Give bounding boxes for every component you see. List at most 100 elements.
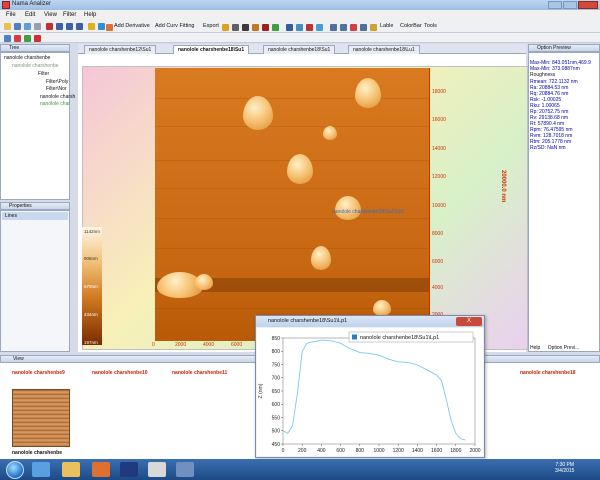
tools-button[interactable]: Tools [424,23,437,29]
zoom-icon[interactable] [296,24,303,31]
window-taskbar-icon[interactable] [176,462,194,477]
zoom-out-icon[interactable] [306,24,313,31]
tree-item-child[interactable]: nanolole charshenbe [12,63,58,69]
minimize-button[interactable] [548,1,562,9]
y-tick: 14000 [432,146,446,152]
histogram-icon[interactable] [360,24,367,31]
toolbar-labels: Add Derivative Add Curv Fitting Export L… [104,21,600,33]
gear-icon[interactable] [222,24,229,31]
thumb-label-2[interactable]: nanolole charshenbe10 [92,370,148,376]
label-icon[interactable] [370,24,377,31]
tab-doc-3[interactable]: nanolole charshenbe18\Su1 [263,45,336,54]
tab-doc-1-label: nanolole charshenbe12\Su1 [89,47,152,53]
ie-icon[interactable] [32,462,50,477]
la-icon[interactable] [252,24,259,31]
copy-icon[interactable] [24,23,31,30]
grain [195,274,213,290]
tree-item-filter-nor[interactable]: Filter\Nor [46,86,67,92]
add-curv-fitting-button[interactable]: Add Curv Fitting [155,23,194,29]
tree-title: Tree [9,45,20,51]
system-clock[interactable]: 7:30 PM 3/4/2015 [555,462,574,474]
grain [335,196,361,220]
tab-doc-2[interactable]: nanolole charshenbe18\Su1 [173,45,250,54]
colorbar-button[interactable]: ColorBar [400,23,422,29]
tree-item-root[interactable]: nanolole charshenbe [4,55,50,61]
menu-edit[interactable]: Edit [25,12,35,18]
pan-icon[interactable] [316,24,323,31]
afm-image[interactable] [155,68,430,341]
app-taskbar-icon[interactable] [120,462,138,477]
help-tab[interactable]: Help [530,345,540,351]
colorbar-label-2: 906nm [84,256,98,261]
plot-window-titlebar[interactable]: nanolole charshenbe18\Su1\Lp1 [256,316,484,327]
close-window-button[interactable] [578,1,598,9]
lines-icon[interactable] [340,24,347,31]
line-annotation[interactable]: nanolole charshenbe18\Su1\Lp1 [332,209,404,215]
menu-help[interactable]: Help [84,12,96,18]
tab-doc-4[interactable]: nanolole charshenbe18\Lu1 [348,45,420,54]
delete-icon[interactable] [14,35,21,42]
y-tick-label: 800 [272,349,281,355]
thumb-label-1[interactable]: nanolole charshenbe9 [12,370,65,376]
profile-chart: 0 200 400 600 800 1000 1200 1400 1600 1800 2000 450… [257,328,483,456]
tool-icon[interactable] [232,24,239,31]
y-tick-label: 600 [272,402,281,408]
tree-panel [0,52,70,200]
thumbnail-image[interactable] [12,389,70,447]
menu-filter[interactable]: Filter [63,12,76,18]
x-tick: 4000 [203,342,215,348]
plot-close-button[interactable]: X [456,317,482,326]
menu-file[interactable]: File [6,12,16,18]
option-preview-tab[interactable]: Option Previ... [548,345,580,351]
lable-button[interactable]: Lable [380,23,393,29]
check-all-icon[interactable] [24,35,31,42]
x-tick-label: 1000 [373,448,384,454]
chart-icon[interactable] [56,23,63,30]
colorbar-label-4: 434nm [84,312,98,317]
dot-icon[interactable] [242,24,249,31]
new-icon[interactable] [4,35,11,42]
view-title: View [13,356,24,362]
maximize-button[interactable] [563,1,577,9]
legend-label: nanolole charshenbe18\Su1\Lp1 [360,335,439,341]
save-icon[interactable] [14,23,21,30]
add-derivative-button[interactable]: Add Derivative [114,23,150,29]
tab-doc-1[interactable]: nanolole charshenbe12\Su1 [84,45,157,54]
tree-item-filter-poly[interactable]: Filter\Poly [46,79,68,85]
grain [355,78,381,108]
secondary-toolbar [0,33,600,43]
tree-item-sub2[interactable]: nanolole char [40,101,70,107]
crop-icon[interactable] [286,24,293,31]
thumb-label-4[interactable]: nanolole charshenbe18 [520,370,576,376]
folder-icon[interactable] [62,462,80,477]
media-player-icon[interactable] [92,462,110,477]
app-icon [2,1,10,9]
lev-icon[interactable] [262,24,269,31]
close-icon[interactable] [34,35,41,42]
plot-close-label: X [466,318,471,324]
thumbnail-caption: nanolole charshenbe [12,450,63,456]
y-tick-label: 500 [272,429,281,435]
open-icon[interactable] [4,23,11,30]
export-button[interactable]: Export [203,23,219,29]
print-icon[interactable] [34,23,41,30]
plot-area [282,337,476,445]
thumb-label-3[interactable]: nanolole charshenbe11 [172,370,227,376]
tree-item-filter[interactable]: Filter [38,71,49,77]
chrome-icon[interactable] [148,462,166,477]
check-icon[interactable] [272,24,279,31]
tree-item-sub1[interactable]: nanolole charsh [40,94,75,100]
profile-icon[interactable] [350,24,357,31]
y-tick: 6000 [432,259,444,265]
line-chart-icon[interactable] [66,23,73,30]
grid-icon[interactable] [330,24,337,31]
lines-row[interactable]: Lines [2,212,68,220]
pen-icon[interactable] [46,23,53,30]
start-button[interactable] [6,461,24,479]
measure-icon[interactable] [88,23,95,30]
menu-view[interactable]: View [44,12,57,18]
grain [287,154,313,184]
derivative-icon[interactable] [106,24,113,31]
bar-chart-icon[interactable] [76,23,83,30]
option-preview-title: Option Preview [537,45,571,51]
